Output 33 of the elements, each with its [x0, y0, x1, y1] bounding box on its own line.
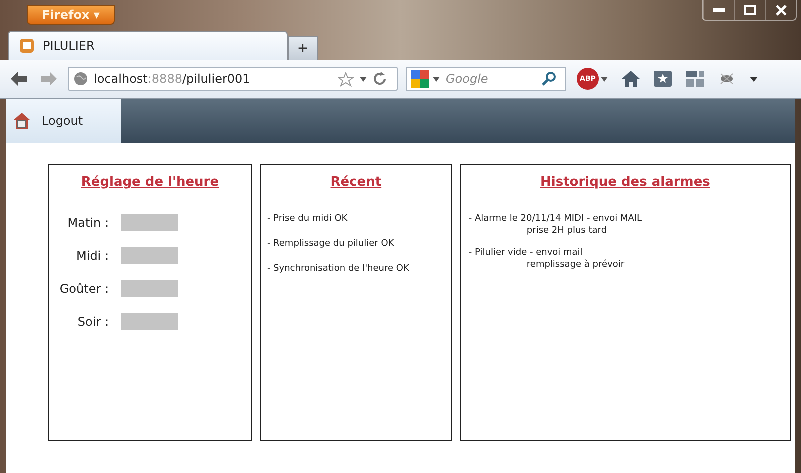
time-field[interactable]	[121, 313, 178, 330]
alarm-entry: - Alarme le 20/11/14 MIDI - envoi MAIL	[468, 214, 644, 224]
time-label: Goûter :	[58, 282, 109, 296]
recent-event: - Remplissage du pilulier OK	[267, 239, 396, 249]
time-label: Soir :	[76, 314, 109, 328]
tab-favicon-icon	[19, 38, 35, 54]
recent-event: - Synchronisation de l'heure OK	[267, 264, 410, 274]
time-field[interactable]	[121, 247, 178, 264]
new-tab-button[interactable]: +	[288, 36, 318, 60]
alarm-entry: - Pilulier vide - envoi mail	[468, 248, 584, 258]
search-box[interactable]: Google	[406, 67, 566, 91]
time-field[interactable]	[121, 214, 178, 231]
alarm-detail: remplissage à prévoir	[526, 260, 626, 270]
logout-button[interactable]: Logout	[6, 99, 121, 143]
home-icon	[14, 113, 30, 129]
search-icon[interactable]	[542, 72, 556, 86]
bookmark-star-icon[interactable]	[338, 72, 354, 86]
dropdown-caret-icon	[601, 76, 608, 82]
recent-event: - Prise du midi OK	[267, 214, 349, 224]
dropdown-caret-icon	[360, 76, 367, 82]
reload-icon[interactable]	[373, 72, 387, 86]
dropdown-caret-icon	[433, 76, 440, 82]
time-label: Midi :	[76, 248, 109, 262]
panel-title: Réglage de l'heure	[81, 175, 220, 190]
address-field[interactable]: localhost:8888/pilulier001	[68, 67, 398, 91]
alarm-detail: prise 2H plus tard	[526, 226, 608, 236]
time-field[interactable]	[121, 280, 178, 297]
panel-title: Récent	[330, 175, 382, 190]
browser-tab[interactable]: PILULIER	[8, 31, 288, 60]
time-label: Matin :	[66, 216, 109, 230]
globe-icon	[74, 72, 88, 86]
panel-title: Historique des alarmes	[540, 175, 710, 190]
google-logo-icon	[411, 70, 429, 88]
